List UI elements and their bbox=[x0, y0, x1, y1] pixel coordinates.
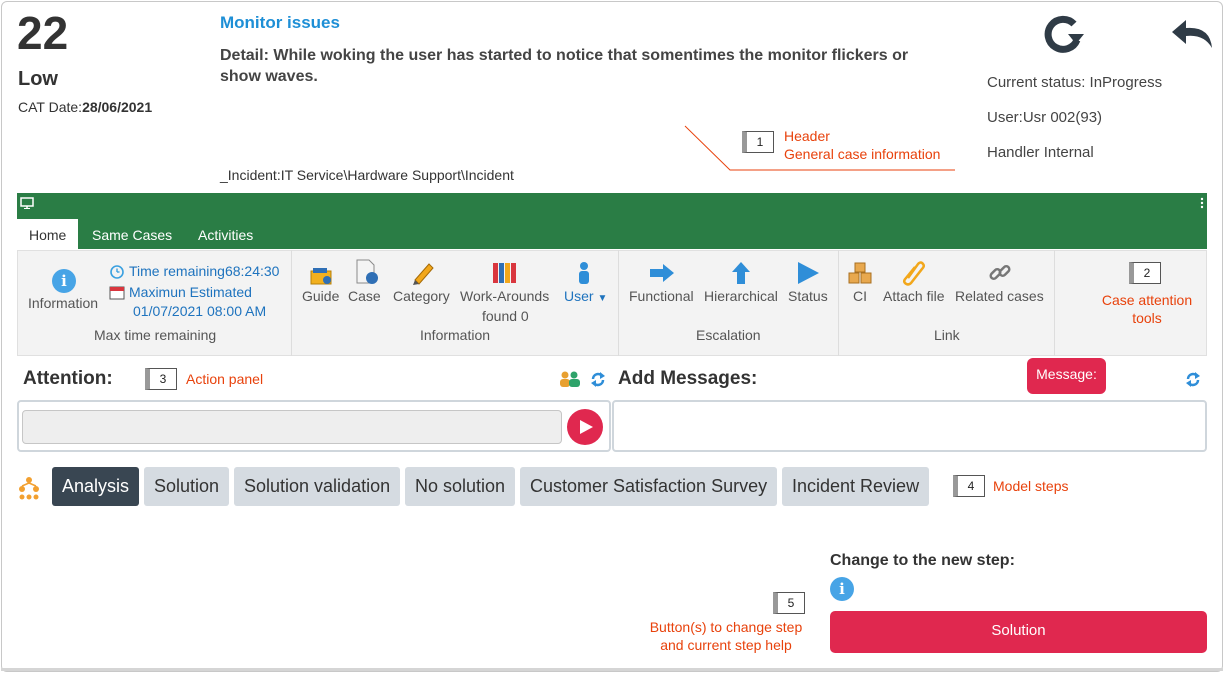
callout-2-number: 2 bbox=[1129, 262, 1161, 284]
step-solution-validation[interactable]: Solution validation bbox=[234, 467, 400, 506]
case-detail: Detail: While woking the user has starte… bbox=[220, 47, 909, 85]
callout-3-text: Action panel bbox=[186, 371, 264, 387]
callout-1-number: 1 bbox=[742, 131, 774, 153]
information-icon[interactable]: i bbox=[52, 269, 76, 293]
arrow-up-icon[interactable] bbox=[731, 261, 751, 285]
callout-4-number: 4 bbox=[953, 475, 985, 497]
ribbon-separator bbox=[1054, 250, 1055, 356]
case-button[interactable]: Case bbox=[348, 288, 381, 304]
callout-5-line2: and current step help bbox=[660, 637, 792, 653]
guide-button[interactable]: Guide bbox=[302, 288, 339, 304]
related-cases-button[interactable]: Related cases bbox=[955, 288, 1044, 304]
callout-5-text: Button(s) to change step and current step… bbox=[640, 618, 812, 654]
step-incident-review[interactable]: Incident Review bbox=[782, 467, 929, 506]
callout-1-text: Header General case information bbox=[784, 127, 940, 163]
group-link-label: Link bbox=[934, 327, 960, 343]
tab-same-cases[interactable]: Same Cases bbox=[80, 219, 184, 250]
guide-icon[interactable] bbox=[309, 263, 333, 285]
callout-2-line2: tools bbox=[1132, 310, 1162, 326]
ci-boxes-icon[interactable] bbox=[848, 262, 872, 284]
step-no-solution[interactable]: No solution bbox=[405, 467, 515, 506]
refresh-small-icon[interactable] bbox=[590, 371, 606, 388]
user-icon[interactable] bbox=[577, 261, 591, 285]
callout-3-number: 3 bbox=[145, 368, 177, 390]
status-button[interactable]: Status bbox=[788, 288, 828, 304]
paperclip-icon[interactable] bbox=[902, 260, 926, 286]
time-remaining: Time remaining68:24:30 bbox=[129, 263, 280, 279]
case-priority: Low bbox=[18, 68, 58, 90]
case-handler: Handler Internal bbox=[987, 144, 1094, 161]
callout-2-text: Case attention tools bbox=[1092, 291, 1202, 327]
message-tooltip: Message: bbox=[1027, 358, 1106, 394]
ci-button[interactable]: CI bbox=[853, 288, 867, 304]
back-icon[interactable] bbox=[1170, 16, 1214, 52]
arrow-right-icon[interactable] bbox=[649, 263, 675, 283]
callout-5-number: 5 bbox=[773, 592, 805, 614]
tab-activities[interactable]: Activities bbox=[186, 219, 265, 250]
category-button[interactable]: Category bbox=[393, 288, 450, 304]
callout-4-text: Model steps bbox=[993, 478, 1069, 494]
cat-date: CAT Date:28/06/2021 bbox=[18, 99, 152, 115]
ribbon-separator bbox=[618, 250, 619, 356]
chevron-down-icon: ▼ bbox=[597, 293, 608, 304]
play-icon[interactable] bbox=[796, 261, 820, 285]
ribbon-separator bbox=[291, 250, 292, 356]
users-group-icon[interactable] bbox=[558, 370, 582, 388]
bottom-border bbox=[1, 668, 1223, 671]
attach-file-button[interactable]: Attach file bbox=[883, 288, 944, 304]
send-button[interactable] bbox=[567, 409, 603, 445]
change-to-solution-button[interactable]: Solution bbox=[830, 611, 1207, 653]
group-information-label: Information bbox=[420, 327, 491, 343]
monitor-icon bbox=[20, 197, 34, 209]
cat-date-value: 28/06/2021 bbox=[82, 99, 153, 115]
case-user: User:Usr 002(93) bbox=[987, 109, 1103, 126]
attention-label: Attention: bbox=[23, 368, 113, 389]
refresh-icon[interactable] bbox=[1040, 14, 1086, 54]
current-status: Current status: InProgress bbox=[987, 74, 1163, 91]
binders-icon[interactable] bbox=[492, 262, 518, 284]
step-customer-satisfaction-survey[interactable]: Customer Satisfaction Survey bbox=[520, 467, 777, 506]
step-help-icon[interactable]: i bbox=[830, 577, 854, 601]
refresh-messages-icon[interactable] bbox=[1185, 371, 1201, 388]
calendar-icon bbox=[109, 286, 125, 300]
workarounds-found: found 0 bbox=[482, 308, 529, 324]
information-button[interactable]: Information bbox=[28, 295, 98, 311]
hierarchy-icon bbox=[19, 477, 39, 500]
hierarchical-button[interactable]: Hierarchical bbox=[704, 288, 778, 304]
callout-1-line2: General case information bbox=[784, 146, 941, 162]
functional-button[interactable]: Functional bbox=[629, 288, 694, 304]
case-title: Monitor issues bbox=[220, 13, 340, 32]
callout-1-line1: Header bbox=[784, 128, 830, 144]
add-messages-label: Add Messages: bbox=[618, 368, 758, 389]
alarm-clock-icon bbox=[110, 265, 124, 279]
workarounds-button[interactable]: Work-Arounds bbox=[460, 288, 549, 304]
link-chain-icon[interactable] bbox=[988, 261, 1012, 285]
user-dropdown-label: User bbox=[564, 288, 594, 304]
message-input[interactable] bbox=[612, 400, 1207, 452]
estimated-date: 01/07/2021 08:00 AM bbox=[133, 303, 267, 319]
user-dropdown[interactable]: User ▼ bbox=[564, 288, 607, 304]
attention-input[interactable] bbox=[22, 410, 562, 444]
group-max-time-label: Max time remaining bbox=[94, 327, 217, 343]
category-pencil-icon[interactable] bbox=[411, 260, 435, 286]
tab-home[interactable]: Home bbox=[17, 219, 79, 250]
case-document-icon[interactable] bbox=[354, 259, 380, 285]
case-number: 22 bbox=[17, 7, 69, 59]
group-escalation-label: Escalation bbox=[696, 327, 761, 343]
send-play-icon bbox=[580, 420, 593, 434]
change-step-label: Change to the new step: bbox=[830, 552, 1015, 569]
step-solution[interactable]: Solution bbox=[144, 467, 229, 506]
ribbon-separator bbox=[838, 250, 839, 356]
callout-5-line1: Button(s) to change step bbox=[649, 619, 803, 635]
cat-date-label: CAT Date: bbox=[18, 99, 83, 115]
maximun-estimated: Maximun Estimated bbox=[129, 284, 252, 300]
step-analysis[interactable]: Analysis bbox=[52, 467, 139, 506]
callout-2-line1: Case attention bbox=[1101, 292, 1193, 308]
incident-path: _Incident:IT Service\Hardware Support\In… bbox=[220, 167, 514, 183]
more-vertical-icon[interactable] bbox=[1200, 197, 1204, 209]
